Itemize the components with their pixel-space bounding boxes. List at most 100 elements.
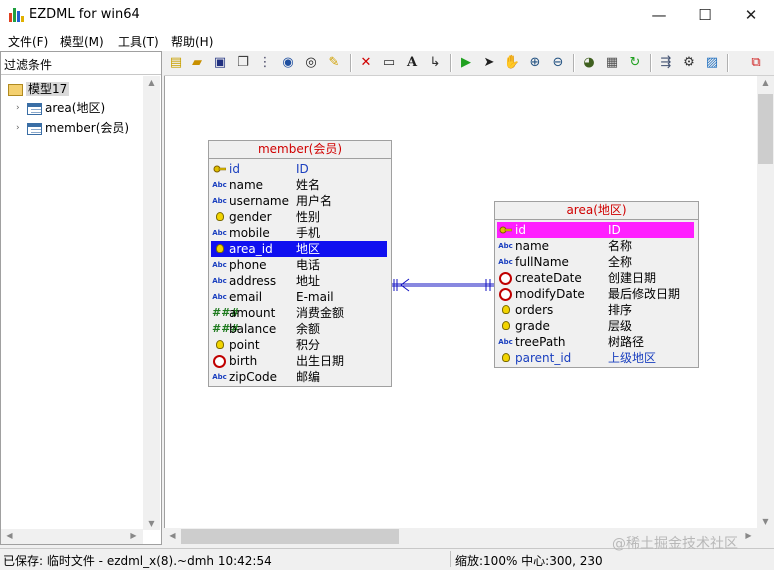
text-icon[interactable]: A <box>403 54 421 72</box>
expand-icon[interactable]: › <box>16 99 20 117</box>
scroll-thumb[interactable] <box>758 94 773 164</box>
field-name: zipCode <box>229 370 277 384</box>
close-button[interactable]: ✕ <box>728 0 774 30</box>
scroll-left-icon[interactable]: ◀ <box>164 531 181 540</box>
print-icon[interactable]: ▦ <box>603 54 621 72</box>
window-switch-icon[interactable]: ⧉ <box>747 54 765 72</box>
scroll-right-icon[interactable]: ▶ <box>740 531 757 540</box>
arrange-icon[interactable]: ⇶ <box>657 54 675 72</box>
diagram-canvas[interactable]: member(会员) id ID Abc name 姓名 Abc username 用户名 ge… <box>164 76 758 528</box>
field-row[interactable]: Abc treePath 树路径 <box>497 334 694 350</box>
link-icon[interactable]: ↳ <box>426 54 444 72</box>
field-comment: 出生日期 <box>296 354 345 368</box>
globe-icon[interactable]: ◉ <box>279 54 297 72</box>
tree-item-area[interactable]: › area(地区) <box>16 99 105 117</box>
field-row[interactable]: Abc address 地址 <box>211 273 387 289</box>
field-name: treePath <box>515 335 566 349</box>
field-row[interactable]: modifyDate 最后修改日期 <box>497 286 694 302</box>
field-row[interactable]: Abc mobile 手机 <box>211 225 387 241</box>
field-row[interactable]: createDate 创建日期 <box>497 270 694 286</box>
menu-tools[interactable]: 工具(T) <box>118 33 159 50</box>
pointer-icon[interactable]: ➤ <box>480 54 498 72</box>
run-icon[interactable]: ▶ <box>457 54 475 72</box>
field-row[interactable]: point 积分 <box>211 337 387 353</box>
field-name: modifyDate <box>515 287 585 301</box>
scroll-down-icon[interactable]: ▼ <box>757 517 774 526</box>
field-row[interactable]: Abc name 名称 <box>497 238 694 254</box>
refresh-icon[interactable]: ↻ <box>626 54 644 72</box>
field-row[interactable]: grade 层级 <box>497 318 694 334</box>
table-add-icon[interactable]: ▭ <box>380 54 398 72</box>
field-name: createDate <box>515 271 582 285</box>
minimize-button[interactable]: — <box>636 0 682 30</box>
field-row[interactable]: Abc fullName 全称 <box>497 254 694 270</box>
field-row[interactable]: birth 出生日期 <box>211 353 387 369</box>
field-row[interactable]: id ID <box>211 161 387 177</box>
field-comment: 名称 <box>608 239 633 253</box>
title-bar: EZDML for win64 — ☐ ✕ <box>0 0 774 30</box>
field-row[interactable]: area_id 地区 <box>211 241 387 257</box>
zoom-out-icon[interactable]: ⊖ <box>549 54 567 72</box>
filter-label: 过滤条件 <box>4 58 53 72</box>
hash-icon: ### <box>212 322 240 335</box>
open-folder-icon[interactable]: ▰ <box>188 54 206 72</box>
zoom-status: 缩放:100% 中心:300, 230 <box>455 554 603 568</box>
save-icon[interactable]: ▣ <box>211 54 229 72</box>
field-comment: 手机 <box>296 226 321 240</box>
relation-icon[interactable]: ⋮ <box>256 54 274 72</box>
bulb-icon <box>212 338 227 352</box>
entity-area[interactable]: area(地区) id ID Abc name 名称 Abc fullName 全称 creat… <box>494 201 699 368</box>
field-row[interactable]: parent_id 上级地区 <box>497 350 694 366</box>
field-row[interactable]: gender 性别 <box>211 209 387 225</box>
tree-item-member[interactable]: › member(会员) <box>16 119 129 137</box>
field-row[interactable]: Abc username 用户名 <box>211 193 387 209</box>
entity-title: area(地区) <box>495 202 698 220</box>
field-row[interactable]: ### amount 消费金额 <box>211 305 387 321</box>
menu-model[interactable]: 模型(M) <box>60 33 104 50</box>
find-icon[interactable]: ◎ <box>302 54 320 72</box>
field-row[interactable]: orders 排序 <box>497 302 694 318</box>
field-comment: E-mail <box>296 290 334 304</box>
zoom-in-icon[interactable]: ⊕ <box>526 54 544 72</box>
field-name: name <box>515 239 550 253</box>
picture-icon[interactable]: ▨ <box>703 54 721 72</box>
abc-icon: Abc <box>212 277 227 285</box>
view-icon[interactable]: ◕ <box>580 54 598 72</box>
pan-hand-icon[interactable]: ✋ <box>503 54 521 72</box>
field-row[interactable]: Abc phone 电话 <box>211 257 387 273</box>
field-row[interactable]: ### balance 余额 <box>211 321 387 337</box>
scroll-right-icon[interactable]: ▶ <box>125 531 142 540</box>
field-name: phone <box>229 258 267 272</box>
menu-help[interactable]: 帮助(H) <box>171 33 213 50</box>
tree-horizontal-scrollbar[interactable]: ◀ ▶ <box>1 529 143 544</box>
maximize-button[interactable]: ☐ <box>682 0 728 30</box>
field-name: address <box>229 274 277 288</box>
settings-icon[interactable]: ⚙ <box>680 54 698 72</box>
relationship-line[interactable] <box>391 278 495 292</box>
tree-vertical-scrollbar[interactable]: ▲ ▼ <box>143 76 160 530</box>
scroll-up-icon[interactable]: ▲ <box>757 78 774 87</box>
field-name: fullName <box>515 255 569 269</box>
tree-item-model[interactable]: 模型17 <box>8 80 70 98</box>
canvas-vertical-scrollbar[interactable]: ▲ ▼ <box>757 76 774 528</box>
field-row[interactable]: id ID <box>497 222 694 238</box>
field-comment: 消费金额 <box>296 306 345 320</box>
abc-icon: Abc <box>212 373 227 381</box>
clock-icon <box>498 271 513 285</box>
scroll-left-icon[interactable]: ◀ <box>1 531 18 540</box>
field-comment: 树路径 <box>608 335 645 349</box>
field-row[interactable]: Abc email E-mail <box>211 289 387 305</box>
field-row[interactable]: Abc name 姓名 <box>211 177 387 193</box>
highlight-icon[interactable]: ✎ <box>325 54 343 72</box>
scroll-thumb[interactable] <box>181 529 399 544</box>
delete-icon[interactable]: ✕ <box>357 54 375 72</box>
copy-icon[interactable]: ❐ <box>234 54 252 72</box>
field-row[interactable]: Abc zipCode 邮编 <box>211 369 387 385</box>
scroll-up-icon[interactable]: ▲ <box>143 78 160 87</box>
filter-bar[interactable]: 过滤条件 <box>1 52 161 75</box>
menu-file[interactable]: 文件(F) <box>8 33 48 50</box>
new-file-icon[interactable]: ▤ <box>167 54 185 72</box>
expand-icon[interactable]: › <box>16 119 20 137</box>
scroll-down-icon[interactable]: ▼ <box>143 519 160 528</box>
entity-member[interactable]: member(会员) id ID Abc name 姓名 Abc username 用户名 ge… <box>208 140 392 387</box>
